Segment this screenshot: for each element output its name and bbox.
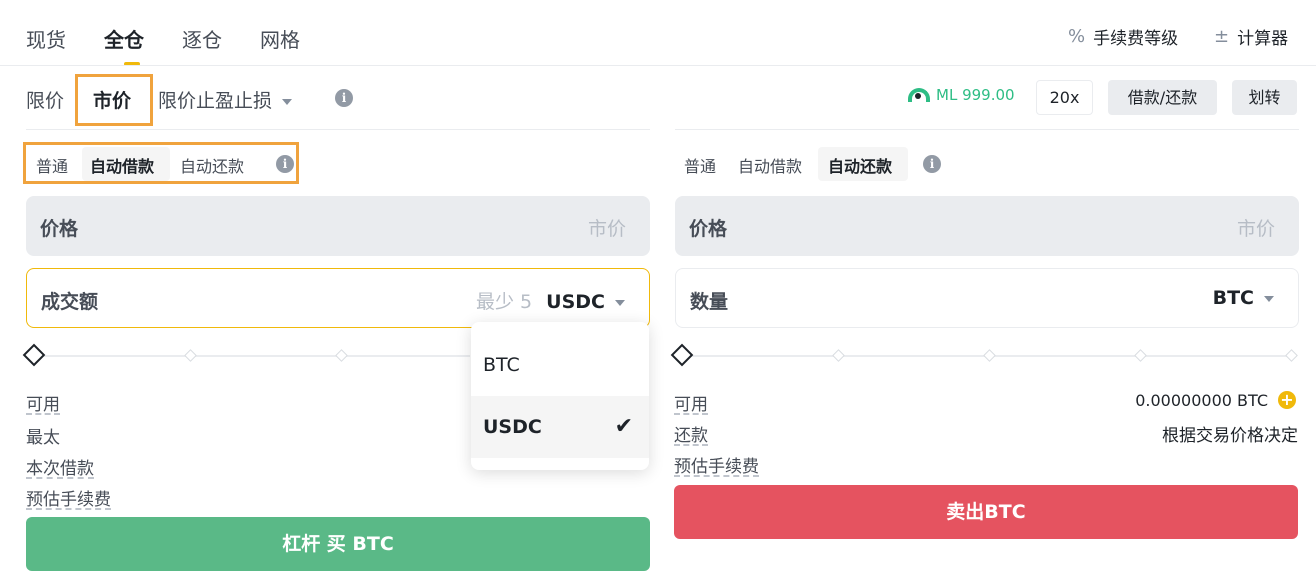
chevron-down-icon [615,299,625,306]
gauge-icon [908,88,930,102]
borrow-label: 本次借款 [26,459,94,479]
margin-level-value: ML 999.00 [936,86,1015,104]
slider-mark[interactable] [1134,349,1147,362]
order-type-limit[interactable]: 限价 [26,86,64,113]
repay-label: 还款 [674,426,708,446]
buy-mode-normal[interactable]: 普通 [36,153,68,177]
leverage-button[interactable]: 20x [1036,80,1093,115]
chevron-down-icon [1264,295,1274,302]
tab-spot[interactable]: 现货 [26,24,66,53]
buy-divider [26,129,650,130]
fee-level-label: 手续费等级 [1093,29,1179,49]
unit-dropdown: BTC USDC ✔ [471,322,649,470]
transfer-button[interactable]: 划转 [1232,80,1297,115]
price-label: 价格 [689,218,728,240]
dropdown-option-btc[interactable]: BTC [471,334,649,396]
amount-label: 成交额 [41,291,99,313]
sell-mode-normal[interactable]: 普通 [684,153,716,177]
sell-mode-auto-repay[interactable]: 自动还款 [828,153,892,177]
price-market-value: 市价 [587,218,626,240]
min-amount-hint: 最少 5 [475,291,533,313]
tab-grid[interactable]: 网格 [260,24,300,53]
margin-level[interactable]: ML 999.00 [908,86,1015,104]
sell-btc-button[interactable]: 卖出BTC [674,485,1298,539]
amount-right[interactable]: 最少 5 USDC [476,287,625,314]
buy-amount-input[interactable]: 成交额 最少 5 USDC [26,268,650,328]
info-icon[interactable]: i [923,155,941,173]
plus-circle-icon[interactable]: + [1278,391,1296,409]
tab-cross[interactable]: 全仓 [104,24,144,53]
sell-divider [675,129,1299,130]
sell-mode-auto-borrow[interactable]: 自动借款 [738,153,802,177]
buy-mode-auto-borrow[interactable]: 自动借款 [90,153,154,177]
option-label: USDC [483,416,542,438]
buy-btc-button[interactable]: 杠杆 买 BTC [26,517,650,571]
top-divider [0,65,1316,66]
info-icon[interactable]: i [276,155,294,173]
calculator-label: 计算器 [1237,29,1289,49]
unit-label: BTC [1212,287,1254,309]
price-label: 价格 [40,218,79,240]
info-icon[interactable]: i [335,89,353,107]
percent-icon: % [1068,26,1086,47]
slider-mark[interactable] [832,349,845,362]
dropdown-option-usdc[interactable]: USDC ✔ [471,396,649,458]
quantity-unit[interactable]: BTC [1213,287,1274,309]
chevron-down-icon [282,98,293,105]
borrow-repay-button[interactable]: 借款/还款 [1108,80,1217,115]
sell-slider-handle[interactable] [670,343,694,367]
buy-slider-track[interactable] [30,355,470,357]
buy-mode-auto-repay[interactable]: 自动还款 [180,153,244,177]
available-label: 可用 [674,395,708,415]
check-icon: ✔ [614,414,633,439]
calculator-icon: ± [1214,26,1230,47]
tab-isolated[interactable]: 逐仓 [182,24,222,53]
slider-mark[interactable] [983,349,996,362]
slider-mark[interactable] [335,349,348,362]
order-type-stop-limit[interactable]: 限价止盈止损 [158,86,293,113]
order-type-market[interactable]: 市价 [93,86,131,113]
available-label: 可用 [26,395,60,415]
unit-select[interactable]: USDC [546,291,605,313]
fee-level-link[interactable]: % 手续费等级 [1068,24,1178,49]
est-fee-label: 预估手续费 [674,457,759,477]
buy-slider-handle[interactable] [22,343,46,367]
slider-mark[interactable] [1285,349,1298,362]
repay-value: 根据交易价格决定 [1162,426,1298,446]
price-market-value: 市价 [1236,218,1275,240]
max-label: 最太 [26,428,60,448]
est-fee-label: 预估手续费 [26,490,111,510]
quantity-label: 数量 [690,291,729,313]
calculator-link[interactable]: ± 计算器 [1214,24,1288,49]
slider-mark[interactable] [184,349,197,362]
sell-quantity-input[interactable]: 数量 BTC [675,268,1299,328]
sell-price-field: 价格 市价 [675,196,1299,256]
buy-price-field: 价格 市价 [26,196,650,256]
stop-limit-label: 限价止盈止损 [158,90,273,112]
available-value: 0.00000000 BTC [1135,391,1268,410]
